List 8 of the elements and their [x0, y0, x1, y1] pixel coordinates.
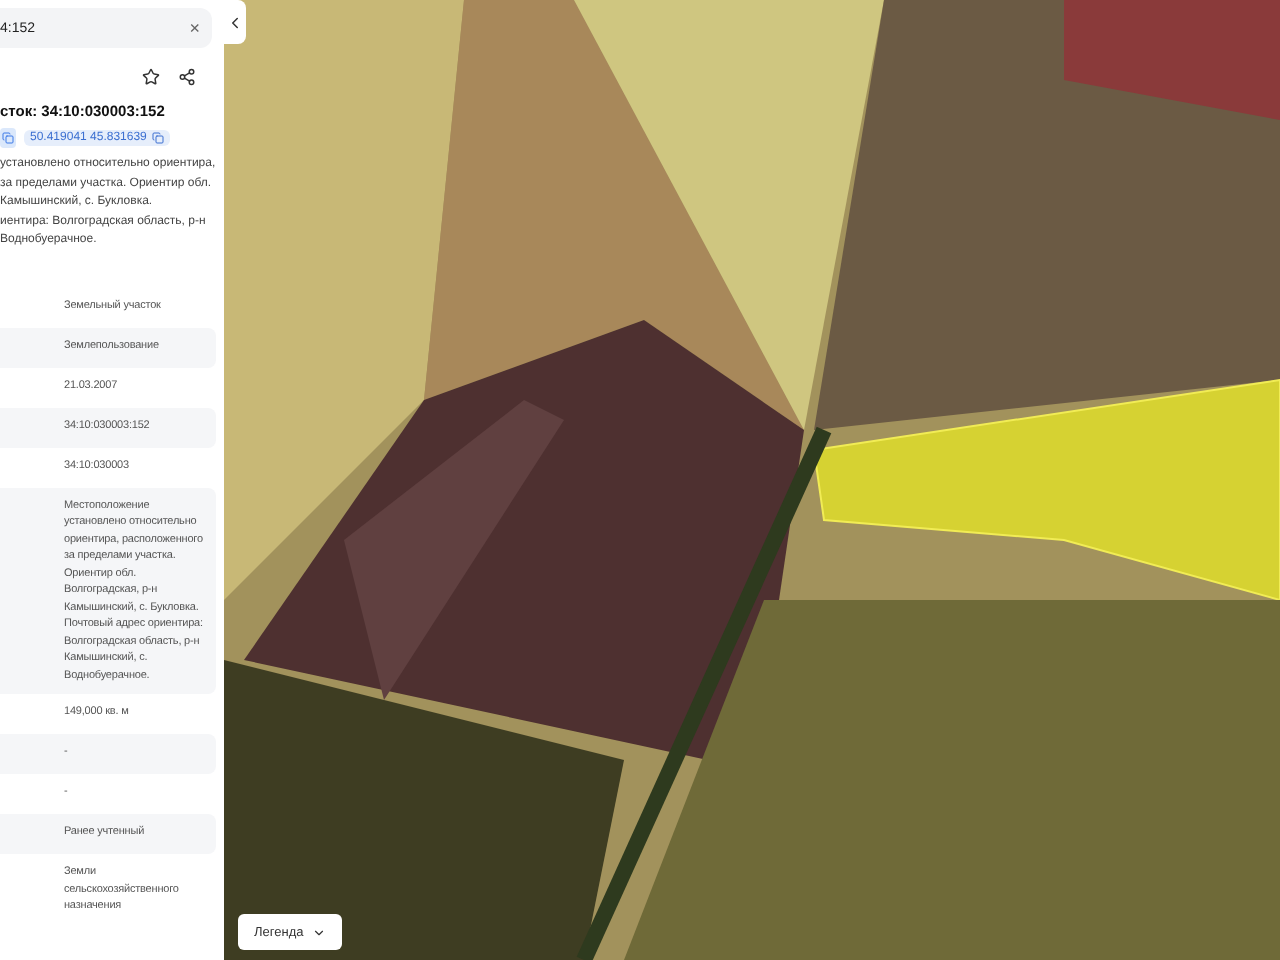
collapse-panel-button[interactable]: [224, 0, 246, 44]
chevron-left-icon: [226, 13, 244, 31]
clear-button[interactable]: ×: [189, 18, 200, 38]
copy-icon: [152, 132, 165, 144]
favorite-star-icon[interactable]: [142, 68, 160, 86]
copy-icon[interactable]: [0, 128, 16, 148]
share-icon[interactable]: [178, 68, 196, 86]
caret-icon: [311, 925, 326, 939]
